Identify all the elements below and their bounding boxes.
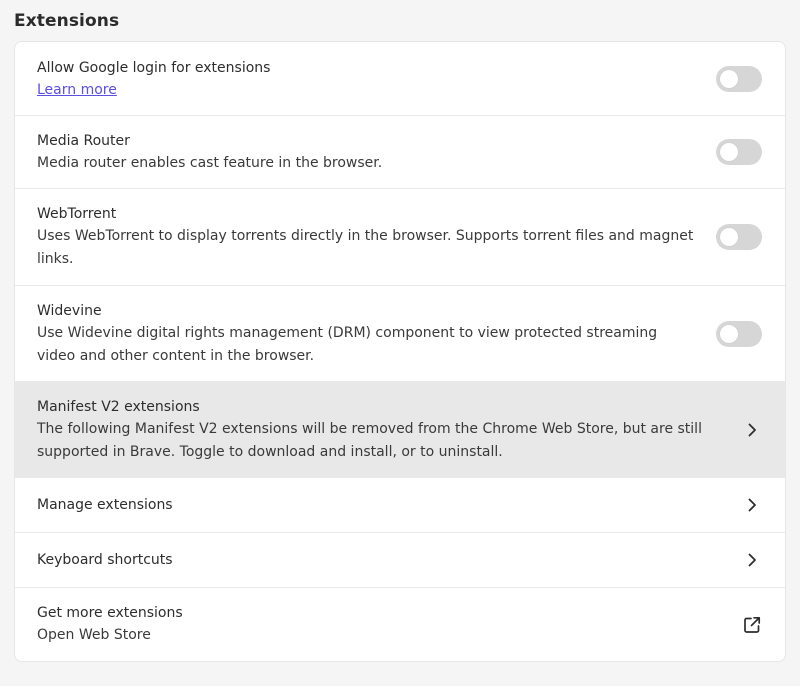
chevron-right-icon [743,496,761,514]
chevron-right-icon [743,551,761,569]
row-keyboard-shortcuts[interactable]: Keyboard shortcuts [15,533,785,588]
row-label: Manifest V2 extensions [37,398,200,415]
media-router-toggle[interactable] [716,139,762,165]
row-description: Uses WebTorrent to display torrents dire… [37,228,694,267]
learn-more-link[interactable]: Learn more [37,79,696,101]
row-description: Open Web Store [37,627,151,643]
row-label: Get more extensions [37,605,183,621]
row-description: Use Widevine digital rights management (… [37,324,658,364]
row-label: Media Router [37,132,130,149]
row-label: WebTorrent [37,206,117,222]
row-manage-extensions[interactable]: Manage extensions [15,478,785,533]
row-label: Allow Google login for extensions [37,59,271,76]
toggle-knob [720,324,738,343]
row-label: Manage extensions [37,497,173,513]
row-label: Keyboard shortcuts [37,552,173,568]
toggle-knob [720,143,738,161]
row-media-router: Media Router Media router enables cast f… [15,116,785,189]
row-label: Widevine [37,302,102,319]
row-widevine: Widevine Use Widevine digital rights man… [15,286,785,382]
webtorrent-toggle[interactable] [716,224,762,250]
extensions-card: Allow Google login for extensions Learn … [14,41,786,662]
google-login-toggle[interactable] [716,65,762,92]
toggle-knob [720,228,738,246]
section-title: Extensions [14,11,120,31]
row-manifest-v2[interactable]: Manifest V2 extensions The following Man… [15,382,785,478]
row-description: The following Manifest V2 extensions wil… [37,420,702,460]
row-webtorrent: WebTorrent Uses WebTorrent to display to… [15,189,785,286]
row-google-login: Allow Google login for extensions Learn … [15,42,785,116]
external-link-icon[interactable] [741,614,763,636]
toggle-knob [720,69,738,88]
extensions-settings-page: Extensions Allow Google login for extens… [0,0,800,686]
row-description: Media router enables cast feature in the… [37,154,383,171]
chevron-right-icon [743,421,761,439]
row-get-more-extensions[interactable]: Get more extensions Open Web Store [15,588,785,661]
widevine-toggle[interactable] [716,320,762,347]
